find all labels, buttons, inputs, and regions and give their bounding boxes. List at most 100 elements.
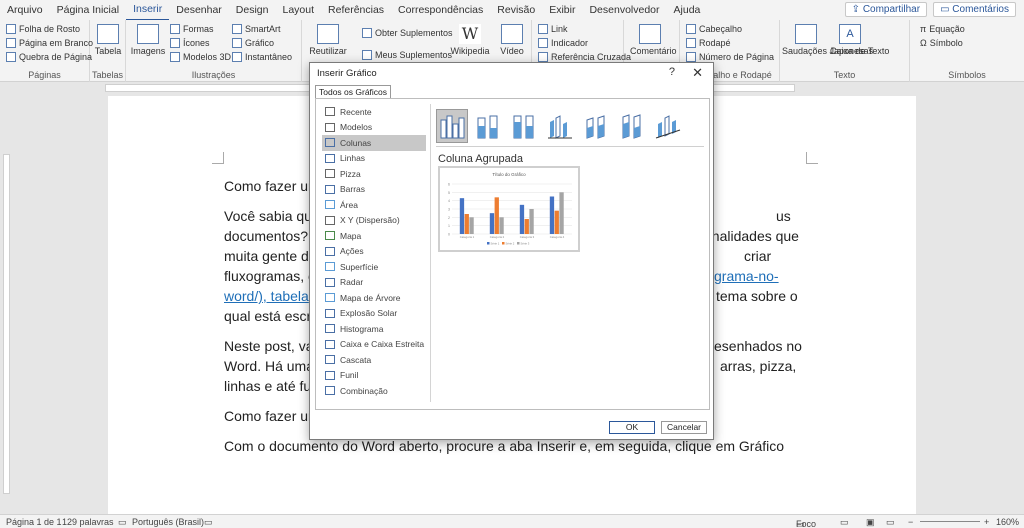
- icons-icon: [170, 38, 180, 48]
- wikipedia-button[interactable]: W Wikipedia: [450, 24, 490, 56]
- chart-label: Gráfico: [245, 38, 275, 48]
- cancel-button[interactable]: Cancelar: [661, 421, 707, 434]
- vertical-ruler[interactable]: [0, 94, 12, 514]
- chart-type-x-y-dispersao[interactable]: X Y (Dispersão): [322, 213, 426, 229]
- page-number-button[interactable]: Número de Página: [686, 52, 774, 62]
- chart-type-label: Linhas: [340, 153, 366, 164]
- my-addins-label: Meus Suplementos: [375, 50, 453, 60]
- screenshot-button[interactable]: Instantâneo: [232, 52, 292, 62]
- group-illustrations-label: Ilustrações: [191, 70, 236, 80]
- cover-page-button[interactable]: Folha de Rosto: [6, 24, 80, 34]
- zoom-in-icon[interactable]: +: [984, 517, 989, 527]
- help-button[interactable]: ?: [669, 66, 675, 78]
- web-layout-icon[interactable]: ▭: [886, 517, 895, 528]
- chart-type-modelos[interactable]: Modelos: [322, 120, 426, 136]
- tab-desenhar[interactable]: Desenhar: [169, 0, 229, 20]
- chart-type-mapa-de-arvore[interactable]: Mapa de Árvore: [322, 290, 426, 306]
- images-button[interactable]: Imagens: [128, 24, 168, 56]
- chart-type-superficie[interactable]: Superfície: [322, 259, 426, 275]
- chart-type-barras[interactable]: Barras: [322, 182, 426, 198]
- equation-button[interactable]: π Equação: [920, 24, 965, 34]
- stacked-100-column-thumb[interactable]: [508, 109, 540, 143]
- chart-type-combinacao[interactable]: Combinação: [322, 383, 426, 399]
- tab-referencias[interactable]: Referências: [321, 0, 391, 20]
- doc-link-1[interactable]: grama-no-: [714, 266, 804, 286]
- close-icon[interactable]: ✕: [692, 65, 703, 81]
- chart-type-explosao-solar[interactable]: Explosão Solar: [322, 306, 426, 322]
- chart-type-cascata[interactable]: Cascata: [322, 352, 426, 368]
- models-3d-button[interactable]: Modelos 3D: [170, 52, 231, 62]
- tab-ajuda[interactable]: Ajuda: [667, 0, 708, 20]
- chart-type-mapa[interactable]: Mapa: [322, 228, 426, 244]
- share-button[interactable]: ⇪ Compartilhar: [844, 2, 928, 17]
- ok-button[interactable]: OK: [609, 421, 655, 434]
- page-count[interactable]: Página 1 de 1: [6, 517, 62, 527]
- bookmark-button[interactable]: Indicador: [538, 38, 588, 48]
- 3d-stacked-column-thumb[interactable]: [580, 109, 612, 143]
- blank-page-button[interactable]: Página em Branco: [6, 38, 93, 48]
- bar-3-1: [469, 217, 474, 234]
- chart-type-histograma[interactable]: Histograma: [322, 321, 426, 337]
- comment-button[interactable]: Comentário: [630, 24, 677, 56]
- chart-type-pizza[interactable]: Pizza: [322, 166, 426, 182]
- spell-check-icon[interactable]: ▭: [118, 517, 127, 528]
- symbol-button[interactable]: Ω Símbolo: [920, 38, 963, 48]
- shapes-button[interactable]: Formas: [170, 24, 214, 34]
- tab-correspondencias[interactable]: Correspondências: [391, 0, 490, 20]
- tab-revisao[interactable]: Revisão: [490, 0, 542, 20]
- accessibility-icon[interactable]: ▭: [204, 517, 213, 528]
- get-addins-button[interactable]: Obter Suplementos: [362, 28, 453, 38]
- zoom-level[interactable]: 160%: [996, 517, 1019, 527]
- icons-button[interactable]: Ícones: [170, 38, 210, 48]
- tab-arquivo[interactable]: Arquivo: [0, 0, 50, 20]
- 3d-column-thumb[interactable]: [652, 109, 684, 143]
- tab-inserir[interactable]: Inserir: [126, 0, 170, 21]
- chart-type-acoes[interactable]: Ações: [322, 244, 426, 260]
- chart-type-colunas[interactable]: Colunas: [322, 135, 426, 151]
- chart-button[interactable]: Gráfico: [232, 38, 274, 48]
- header-button[interactable]: Cabeçalho: [686, 24, 742, 34]
- clustered-column-thumb[interactable]: [436, 109, 468, 143]
- chart-type-caixa-e-caixa-estreita[interactable]: Caixa e Caixa Estreita: [322, 337, 426, 353]
- table-button[interactable]: Tabela: [88, 24, 128, 56]
- doc-link-2-text[interactable]: word/), tabela: [224, 288, 309, 304]
- tab-desenvolvedor[interactable]: Desenvolvedor: [582, 0, 666, 20]
- chart-type-label: Funil: [340, 370, 359, 381]
- tab-exibir[interactable]: Exibir: [542, 0, 582, 20]
- word-count[interactable]: 129 palavras: [62, 517, 114, 527]
- footer-button[interactable]: Rodapé: [686, 38, 731, 48]
- comments-button[interactable]: ▭ Comentários: [933, 2, 1016, 17]
- chart-type-linhas[interactable]: Linhas: [322, 151, 426, 167]
- page-break-button[interactable]: Quebra de Página: [6, 52, 92, 62]
- read-mode-icon[interactable]: ▭: [840, 517, 849, 528]
- greetings-button[interactable]: Saudações Japonesas: [782, 24, 873, 56]
- reuse-button[interactable]: Reutilizar: [308, 24, 348, 56]
- print-layout-icon[interactable]: ▣: [866, 517, 875, 528]
- chart-type-recente[interactable]: Recente: [322, 104, 426, 120]
- zoom-out-icon[interactable]: −: [908, 517, 913, 527]
- chart-type-area[interactable]: Área: [322, 197, 426, 213]
- zoom-slider[interactable]: [920, 521, 980, 522]
- chart-preview[interactable]: Título do Gráfico 0 1 2 3 4 5 6 Categoria 1 Categ…: [438, 166, 580, 252]
- tab-design[interactable]: Design: [229, 0, 276, 20]
- my-addins-button[interactable]: Meus Suplementos: [362, 50, 452, 60]
- tab-layout[interactable]: Layout: [275, 0, 321, 20]
- language-indicator[interactable]: Português (Brasil): [132, 517, 204, 527]
- tab-all-charts[interactable]: Todos os Gráficos: [315, 85, 392, 98]
- group-tables: Tabela Tabelas: [90, 20, 126, 82]
- crossref-button[interactable]: Referência Cruzada: [538, 52, 631, 62]
- chart-type-radar[interactable]: Radar: [322, 275, 426, 291]
- 3d-clustered-column-thumb[interactable]: [544, 109, 576, 143]
- link-button[interactable]: Link: [538, 24, 568, 34]
- chart-type-funil[interactable]: Funil: [322, 368, 426, 384]
- video-button[interactable]: Vídeo: [492, 24, 532, 56]
- 3d-stacked-100-column-thumb[interactable]: [616, 109, 648, 143]
- thumbnails-divider: [436, 146, 704, 147]
- reuse-label: Reutilizar: [309, 46, 347, 56]
- icons-label: Ícones: [183, 38, 210, 48]
- stacked-column-thumb[interactable]: [472, 109, 504, 143]
- smartart-button[interactable]: SmartArt: [232, 24, 281, 34]
- chart-icon: [232, 38, 242, 48]
- tab-pagina-inicial[interactable]: Página Inicial: [50, 0, 126, 20]
- textbox-button[interactable]: A Caixa de Texto: [830, 24, 889, 56]
